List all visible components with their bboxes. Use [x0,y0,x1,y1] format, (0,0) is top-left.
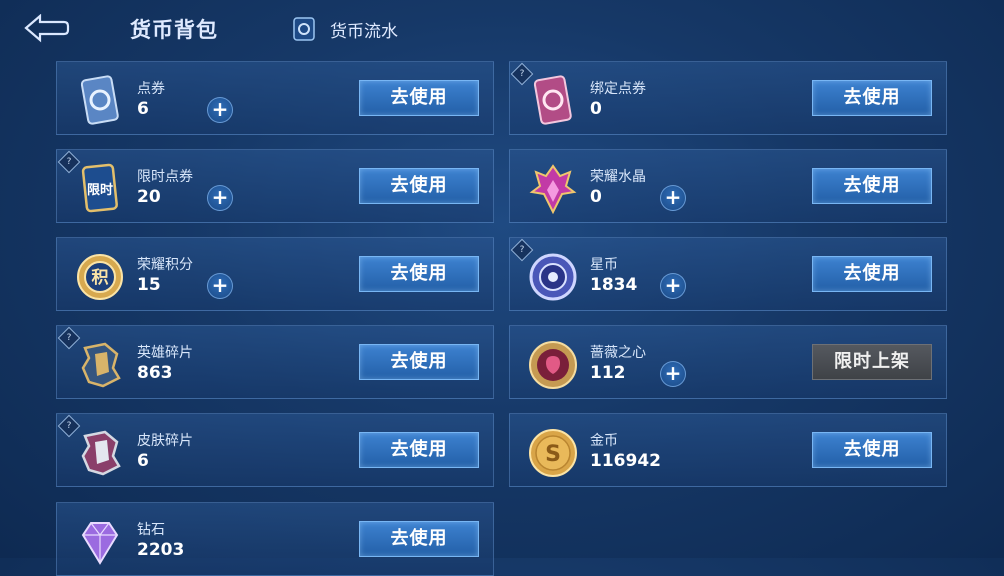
bound-coupon-ticket-icon [533,75,572,125]
currency-amount: 20 [137,187,161,207]
add-limited-coupon-button[interactable]: + [207,185,233,211]
currency-flow-label: 货币流水 [330,21,398,42]
use-star-coin-button[interactable]: 去使用 [812,256,932,292]
skin-fragment-icon [81,430,121,476]
limited-coupon-icon: 限时 [81,163,118,213]
currency-name: 钻石 [137,522,165,538]
hero-fragment-icon [81,342,121,388]
currency-name: 限时点券 [137,169,193,185]
currency-amount: 0 [590,99,602,119]
currency-flow-link[interactable]: 货币流水 [292,16,398,42]
currency-name: 皮肤碎片 [137,433,193,449]
use-glory-crystal-button[interactable]: 去使用 [812,168,932,204]
currency-amount: 863 [137,363,173,383]
currency-card-bound-coupon: ? 绑定点券 0 去使用 [509,61,947,135]
coupon-flow-icon [293,17,315,41]
star-coin-icon [529,253,577,301]
add-star-coin-button[interactable]: + [660,273,686,299]
currency-name: 点券 [137,81,165,97]
use-hero-fragment-button[interactable]: 去使用 [359,344,479,380]
glory-points-icon: 积 [77,254,123,300]
use-diamond-button[interactable]: 去使用 [359,521,479,557]
currency-name: 荣耀水晶 [590,169,646,185]
add-glory-crystal-button[interactable]: + [660,185,686,211]
currency-amount: 6 [137,99,149,119]
use-coupon-button[interactable]: 去使用 [359,80,479,116]
currency-amount: 116942 [590,451,661,471]
svg-text:积: 积 [92,268,109,288]
use-bound-coupon-button[interactable]: 去使用 [812,80,932,116]
currency-name: 蔷薇之心 [590,345,646,361]
page-title: 货币背包 [130,18,218,42]
currency-name: 荣耀积分 [137,257,193,273]
use-glory-points-button[interactable]: 去使用 [359,256,479,292]
limited-listing-button[interactable]: 限时上架 [812,344,932,380]
currency-amount: 0 [590,187,602,207]
currency-amount: 2203 [137,540,185,560]
currency-name: 绑定点券 [590,81,646,97]
use-gold-coin-button[interactable]: 去使用 [812,432,932,468]
currency-name: 金币 [590,433,618,449]
currency-card-limited-coupon: ? 限时 限时点券 20 + 去使用 [56,149,494,223]
add-rose-heart-button[interactable]: + [660,361,686,387]
gold-coin-icon: S [529,429,577,477]
svg-text:限时: 限时 [87,182,113,198]
currency-card-rose-heart: 蔷薇之心 112 + 限时上架 [509,325,947,399]
currency-amount: 112 [590,363,626,383]
currency-card-star-coin: ? 星币 1834 + 去使用 [509,237,947,311]
use-skin-fragment-button[interactable]: 去使用 [359,432,479,468]
diamond-icon [81,522,119,565]
currency-card-gold-coin: S 金币 116942 去使用 [509,413,947,487]
currency-card-coupon: 点券 6 + 去使用 [56,61,494,135]
currency-card-hero-fragment: ? 英雄碎片 863 去使用 [56,325,494,399]
header-bar: 货币背包 货币流水 [0,0,1004,60]
currency-amount: 1834 [590,275,638,295]
use-limited-coupon-button[interactable]: 去使用 [359,168,479,204]
currency-amount: 6 [137,451,149,471]
rose-heart-icon [529,341,577,389]
coupon-ticket-icon [80,75,119,125]
currency-amount: 15 [137,275,161,295]
add-coupon-button[interactable]: + [207,97,233,123]
svg-text:S: S [545,442,561,467]
currency-card-glory-crystal: 荣耀水晶 0 + 去使用 [509,149,947,223]
currency-name: 星币 [590,257,618,273]
currency-card-glory-points: 积 荣耀积分 15 + 去使用 [56,237,494,311]
add-glory-points-button[interactable]: + [207,273,233,299]
back-arrow-icon[interactable] [22,14,74,44]
currency-name: 英雄碎片 [137,345,193,361]
currency-card-skin-fragment: ? 皮肤碎片 6 去使用 [56,413,494,487]
currency-card-diamond: 钻石 2203 去使用 [56,502,494,576]
glory-crystal-icon [529,164,577,215]
